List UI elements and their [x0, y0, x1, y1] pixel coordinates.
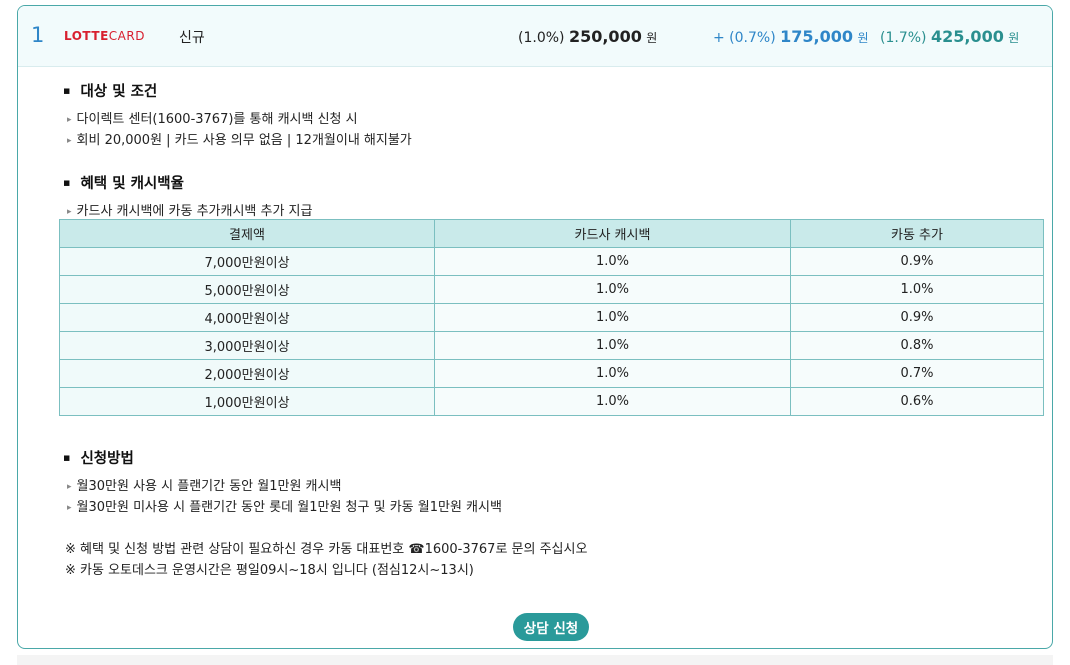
table-row: 2,000만원이상 1.0% 0.7%: [59, 359, 1044, 388]
table-row: 4,000만원이상 1.0% 0.9%: [59, 303, 1044, 332]
total-cashback-amount: (1.7%) 425,000 원: [880, 27, 1020, 46]
table-cell: 3,000만원이상: [59, 331, 435, 360]
table-cell: 0.9%: [790, 247, 1044, 276]
table-row: 1,000만원이상 1.0% 0.6%: [59, 387, 1044, 416]
extra-cashback-amount: + (0.7%) 175,000 원: [713, 27, 869, 46]
table-cell: 0.8%: [790, 331, 1044, 360]
table-cell: 0.7%: [790, 359, 1044, 388]
table-cell: 2,000만원이상: [59, 359, 435, 388]
table-cell: 1.0%: [434, 247, 791, 276]
column-header: 카드사 캐시백: [434, 219, 791, 248]
table-cell: 4,000만원이상: [59, 303, 435, 332]
column-header: 결제액: [59, 219, 435, 248]
apply-line: 월30만원 사용 시 플랜기간 동안 월1만원 캐시백: [67, 475, 342, 494]
lotte-card-logo: LOTTECARD: [64, 29, 145, 43]
apply-title: 신청방법: [63, 447, 133, 468]
table-cell: 7,000만원이상: [59, 247, 435, 276]
consult-button[interactable]: 상담 신청: [513, 613, 589, 641]
condition-line: 다이렉트 센터(1600-3767)를 통해 캐시백 신청 시: [67, 108, 358, 127]
conditions-title: 대상 및 조건: [63, 80, 157, 101]
table-cell: 1.0%: [434, 387, 791, 416]
condition-line: 회비 20,000원 | 카드 사용 의무 없음 | 12개월이내 해지불가: [67, 129, 412, 148]
table-cell: 1.0%: [434, 359, 791, 388]
column-header: 카동 추가: [790, 219, 1044, 248]
table-cell: 0.9%: [790, 303, 1044, 332]
table-row: 3,000만원이상 1.0% 0.8%: [59, 331, 1044, 360]
benefit-line: 카드사 캐시백에 카동 추가캐시백 추가 지급: [67, 200, 313, 219]
table-cell: 1.0%: [434, 303, 791, 332]
table-cell: 1,000만원이상: [59, 387, 435, 416]
table-cell: 1.0%: [434, 331, 791, 360]
table-header-row: 결제액 카드사 캐시백 카동 추가: [59, 219, 1044, 248]
table-cell: 1.0%: [434, 275, 791, 304]
apply-line: 월30만원 미사용 시 플랜기간 동안 롯데 월1만원 청구 및 카동 월1만원…: [67, 496, 502, 515]
rank-number: 1: [31, 23, 45, 47]
hours-note: ※ 카동 오토데스크 운영시간은 평일09시~18시 입니다 (점심12시~13…: [65, 563, 474, 578]
table-cell: 1.0%: [790, 275, 1044, 304]
table-cell: 5,000만원이상: [59, 275, 435, 304]
cashback-rate-table: 결제액 카드사 캐시백 카동 추가 7,000만원이상 1.0% 0.9% 5,…: [59, 219, 1044, 416]
table-row: 5,000만원이상 1.0% 1.0%: [59, 275, 1044, 304]
card-offer: 1 LOTTECARD 신규 (1.0%) 250,000 원 + (0.7%)…: [17, 5, 1053, 649]
contact-note: ※ 혜택 및 신청 방법 관련 상담이 필요하신 경우 카동 대표번호 ☎160…: [65, 542, 588, 557]
card-cashback-amount: (1.0%) 250,000 원: [518, 27, 658, 46]
table-cell: 0.6%: [790, 387, 1044, 416]
card-type-label: 신규: [179, 30, 205, 46]
offer-header[interactable]: 1 LOTTECARD 신규 (1.0%) 250,000 원 + (0.7%)…: [18, 6, 1052, 67]
next-card-edge: [17, 655, 1053, 665]
table-row: 7,000만원이상 1.0% 0.9%: [59, 247, 1044, 276]
benefits-title: 혜택 및 캐시백율: [63, 172, 183, 193]
